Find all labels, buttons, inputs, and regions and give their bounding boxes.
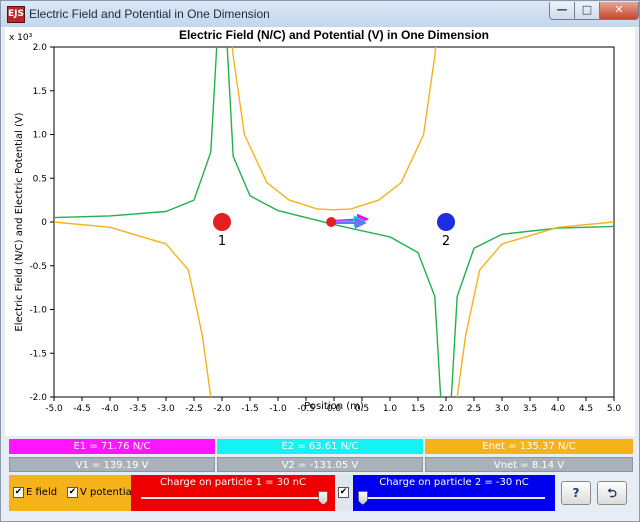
charge2-slider-track[interactable]	[359, 497, 545, 499]
x-tick-label: 4.0	[551, 404, 566, 414]
y-axis-label: Electric Field (N/C) and Electric Potent…	[14, 112, 25, 331]
series-line-2	[231, 47, 437, 211]
e-field-label: E field	[26, 487, 58, 498]
charge1-panel: Charge on particle 1 = 30 nC	[131, 475, 335, 511]
v2-readout: V2 = -131.05 V	[217, 457, 423, 472]
y-tick-label: 1.0	[33, 131, 48, 141]
y-tick-label: -2.0	[29, 393, 47, 403]
x-tick-label: -2.0	[213, 404, 231, 414]
charge1-slider-track[interactable]	[141, 497, 327, 499]
e-field-checkbox[interactable]: ✔	[13, 487, 24, 498]
x-tick-label: -2.5	[185, 404, 203, 414]
v-potential-label: V potential	[80, 487, 135, 498]
help-button[interactable]: ?	[561, 481, 591, 505]
x-tick-label: 3.5	[523, 404, 537, 414]
y-tick-label: 0	[41, 218, 47, 228]
window-title: Electric Field and Potential in One Dime…	[29, 7, 270, 21]
minimize-button[interactable]: —	[549, 2, 575, 20]
y-tick-label: 2.0	[33, 43, 48, 53]
charge2-toggle-area: ✔	[335, 475, 353, 511]
plot-panel: Electric Field (N/C) and Potential (V) i…	[5, 27, 635, 436]
particle-label: 2	[442, 234, 450, 249]
reset-button[interactable]: ⮌	[597, 481, 627, 505]
e2-readout: E2 = 63.61 N/C	[217, 439, 423, 454]
e1-readout: E1 = 71.76 N/C	[9, 439, 215, 454]
y-tick-label: -1.5	[29, 349, 47, 359]
y-tick-label: -0.5	[29, 262, 47, 272]
probe-charge	[326, 217, 337, 227]
x-tick-label: -4.5	[73, 404, 91, 414]
enet-readout: Enet = 135.37 N/C	[425, 439, 633, 454]
series-line-0	[54, 47, 614, 397]
display-options-panel: ✔ E field ✔ V potential	[9, 475, 135, 511]
v1-readout: V1 = 139.19 V	[9, 457, 215, 472]
x-tick-label: -3.5	[129, 404, 147, 414]
field-potential-chart[interactable]: Electric Field (N/C) and Potential (V) i…	[5, 27, 635, 436]
close-button[interactable]: ✕	[599, 2, 639, 20]
x-tick-label: 5.0	[607, 404, 622, 414]
particle-2	[437, 213, 455, 231]
vnet-readout: Vnet = 8.14 V	[425, 457, 633, 472]
x-axis-label: Position (m)	[304, 401, 364, 412]
particle-1	[213, 213, 231, 231]
charge2-checkbox[interactable]: ✔	[338, 487, 349, 498]
y-multiplier: x 10³	[9, 33, 33, 43]
charge1-label: Charge on particle 1 = 30 nC	[160, 477, 306, 488]
title-bar[interactable]: EJS Electric Field and Potential in One …	[1, 1, 639, 27]
maximize-button[interactable]: □	[574, 2, 600, 20]
charge1-slider-thumb[interactable]	[318, 491, 329, 505]
x-tick-label: 1.0	[383, 404, 398, 414]
charge2-slider-thumb[interactable]	[357, 491, 368, 505]
x-tick-label: 1.5	[411, 404, 425, 414]
y-tick-label: 1.5	[33, 87, 47, 97]
y-tick-label: -1.0	[29, 306, 47, 316]
charge2-panel: Charge on particle 2 = -30 nC	[353, 475, 555, 511]
x-tick-label: 4.5	[579, 404, 593, 414]
v-potential-checkbox[interactable]: ✔	[67, 487, 78, 498]
particle-label: 1	[218, 234, 226, 249]
x-tick-label: 2.0	[439, 404, 454, 414]
x-tick-label: -1.0	[269, 404, 287, 414]
x-tick-label: 3.0	[495, 404, 510, 414]
x-tick-label: -1.5	[241, 404, 259, 414]
x-tick-label: 2.5	[467, 404, 481, 414]
app-icon: EJS	[7, 6, 25, 23]
charge2-label: Charge on particle 2 = -30 nC	[379, 477, 529, 488]
x-tick-label: -3.0	[157, 404, 175, 414]
chart-title: Electric Field (N/C) and Potential (V) i…	[179, 28, 489, 42]
x-tick-label: -5.0	[45, 404, 63, 414]
x-tick-label: -4.0	[101, 404, 119, 414]
y-tick-label: 0.5	[33, 174, 47, 184]
app-window: EJS Electric Field and Potential in One …	[0, 0, 640, 522]
